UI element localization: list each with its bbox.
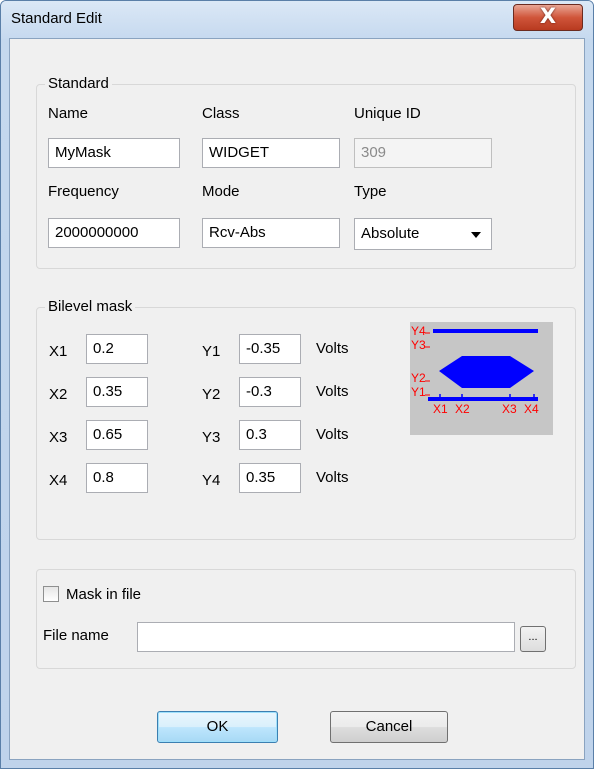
file-group [36,569,576,669]
cancel-button[interactable]: Cancel [330,711,448,743]
y3-unit-label: Volts [316,426,349,443]
lower-mask-shape [439,356,534,388]
x4-label: X4 [49,472,68,489]
y1-label: Y1 [202,343,221,360]
y2-input[interactable]: -0.3 [239,377,301,407]
mask-in-file-checkbox[interactable] [43,586,59,602]
close-icon: X [539,4,557,28]
file-name-input[interactable] [137,622,515,652]
standard-group-title: Standard [45,75,112,92]
mode-label: Mode [202,183,240,200]
y4-unit-label: Volts [316,469,349,486]
unique-id-input: 309 [354,138,492,168]
x1-input[interactable]: 0.2 [86,334,148,364]
x4-input[interactable]: 0.8 [86,463,148,493]
y3-input[interactable]: 0.3 [239,420,301,450]
mode-input[interactable]: Rcv-Abs [202,218,340,248]
y2-label: Y2 [202,386,221,403]
y3-label: Y3 [202,429,221,446]
bilevel-mask-group-title: Bilevel mask [45,298,136,315]
preview-y2-label: Y2 [411,371,426,385]
frequency-label: Frequency [48,183,119,200]
type-selected-value: Absolute [361,225,420,242]
y4-label: Y4 [202,472,221,489]
mask-preview: Y4 Y3 Y2 Y1 X1 X2 X3 X4 [410,322,553,435]
mask-in-file-label[interactable]: Mask in file [66,586,141,603]
x3-input[interactable]: 0.65 [86,420,148,450]
title-bar[interactable]: Standard Edit X [1,1,593,39]
file-name-label: File name [43,627,109,644]
preview-x1-label: X1 [433,402,448,416]
name-input[interactable]: MyMask [48,138,180,168]
y1-unit-label: Volts [316,340,349,357]
name-label: Name [48,105,89,122]
class-label: Class [202,105,240,122]
y2-unit-label: Volts [316,383,349,400]
x1-label: X1 [49,343,68,360]
x3-label: X3 [49,429,68,446]
class-input[interactable]: WIDGET [202,138,340,168]
preview-y3-label: Y3 [411,338,426,352]
y4-input[interactable]: 0.35 [239,463,301,493]
type-dropdown[interactable]: Absolute [354,218,492,250]
unique-id-label: Unique ID [354,105,421,122]
y1-input[interactable]: -0.35 [239,334,301,364]
window-title: Standard Edit [11,10,102,27]
frequency-input[interactable]: 2000000000 [48,218,180,248]
x2-label: X2 [49,386,68,403]
mask-preview-graphic: Y4 Y3 Y2 Y1 X1 X2 X3 X4 [411,324,539,416]
dropdown-arrow-icon [471,232,481,238]
close-button[interactable]: X [513,4,583,31]
type-label: Type [354,183,387,200]
preview-x3-label: X3 [502,402,517,416]
preview-x4-label: X4 [524,402,539,416]
preview-y1-label: Y1 [411,385,426,399]
browse-button[interactable]: ... [520,626,546,652]
ok-button[interactable]: OK [157,711,278,743]
x2-input[interactable]: 0.35 [86,377,148,407]
preview-x2-label: X2 [455,402,470,416]
preview-y4-label: Y4 [411,324,426,338]
